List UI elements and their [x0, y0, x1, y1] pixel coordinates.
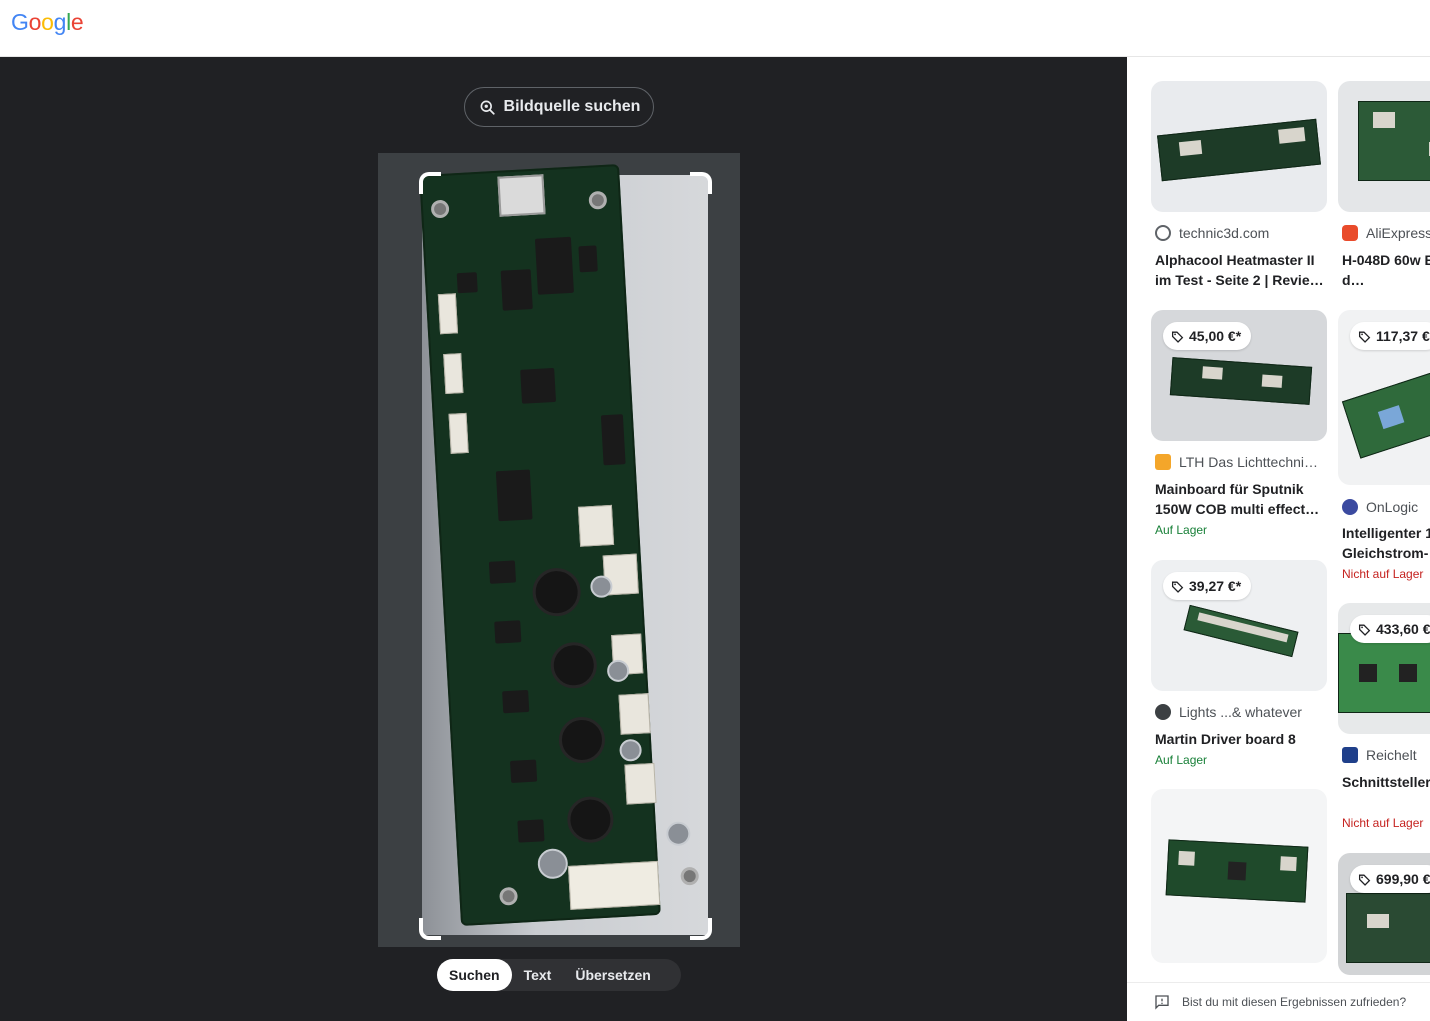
result-card[interactable]: 45,00 €* LTH Das Lichttechni… Mainboard … — [1151, 310, 1327, 550]
result-card[interactable]: 117,37 € OnLogic Intelligenter 1 Gleichs… — [1338, 310, 1430, 590]
stock-status: Nicht auf Lager — [1342, 816, 1424, 830]
lens-search-icon — [480, 100, 495, 115]
crop-handle-top-left[interactable] — [419, 172, 441, 194]
result-thumbnail[interactable]: 433,60 € — [1338, 603, 1430, 734]
image-viewer-panel: Bildquelle suchen Suchen Text Übersetzen — [0, 57, 1127, 1021]
find-image-source-button[interactable]: Bildquelle suchen — [464, 87, 654, 127]
result-source: Reichelt — [1366, 747, 1417, 763]
find-image-source-label: Bildquelle suchen — [503, 98, 641, 115]
circuit-board — [419, 164, 700, 926]
price-tag: 699,90 € — [1350, 865, 1430, 893]
feedback-icon — [1155, 995, 1169, 1010]
logo-letter: o — [28, 9, 42, 35]
result-source: Lights ...& whatever — [1179, 704, 1302, 720]
result-source: technic3d.com — [1179, 225, 1270, 241]
result-title[interactable]: Intelligenter 1 Gleichstrom- — [1342, 523, 1430, 563]
price-tag-icon — [1171, 581, 1184, 593]
result-thumbnail[interactable]: 699,90 € — [1338, 853, 1430, 975]
feedback-bar[interactable]: Bist du mit diesen Ergebnissen zufrieden… — [1127, 982, 1430, 1021]
mode-translate[interactable]: Übersetzen — [563, 959, 662, 991]
circuit-board-photo — [419, 164, 708, 935]
result-title[interactable]: Mainboard für Sputnik 150W COB multi eff… — [1155, 479, 1327, 519]
result-thumbnail[interactable]: 117,37 € — [1338, 310, 1430, 485]
results-panel: technic3d.com Alphacool Heatmaster II im… — [1127, 57, 1430, 1021]
price-tag-icon — [1358, 624, 1371, 636]
result-title[interactable]: Alphacool Heatmaster II im Test - Seite … — [1155, 250, 1327, 290]
mode-search[interactable]: Suchen — [437, 959, 512, 991]
reichelt-favicon-icon — [1342, 747, 1358, 763]
query-image — [378, 153, 740, 947]
top-bar: Google — [0, 0, 1430, 57]
price-value: 117,37 € — [1376, 328, 1430, 344]
logo-letter: g — [53, 9, 67, 35]
result-card[interactable]: AliExpress H-048D 60w Bühnen licht d… — [1338, 81, 1430, 301]
price-value: 699,90 € — [1376, 871, 1430, 887]
logo-letter: e — [70, 9, 84, 35]
result-source: AliExpress — [1366, 225, 1430, 241]
price-tag-icon — [1358, 331, 1371, 343]
price-tag-icon — [1358, 874, 1371, 886]
result-thumbnail[interactable] — [1151, 81, 1327, 212]
result-thumbnail[interactable]: 45,00 €* — [1151, 310, 1327, 441]
result-card[interactable]: 433,60 € Reichelt Schnittsteller A, 53 V… — [1338, 603, 1430, 843]
price-tag: 433,60 € — [1350, 615, 1430, 643]
price-value: 39,27 €* — [1189, 578, 1242, 594]
result-card[interactable]: technic3d.com Alphacool Heatmaster II im… — [1151, 81, 1327, 301]
feedback-label: Bist du mit diesen Ergebnissen zufrieden… — [1182, 995, 1407, 1009]
result-card[interactable] — [1151, 789, 1327, 979]
price-value: 433,60 € — [1376, 621, 1430, 637]
stock-status: Auf Lager — [1155, 523, 1208, 537]
result-title[interactable]: H-048D 60w Bühnen licht d… — [1342, 250, 1430, 290]
price-value: 45,00 €* — [1189, 328, 1242, 344]
google-logo[interactable]: Google — [11, 9, 84, 36]
aliexpress-favicon-icon — [1342, 225, 1358, 241]
result-source: OnLogic — [1366, 499, 1419, 515]
lth-favicon-icon — [1155, 454, 1171, 470]
logo-letter: o — [41, 9, 54, 35]
result-title[interactable]: Martin Driver board 8 — [1155, 729, 1327, 749]
result-card[interactable]: 39,27 €* Lights ...& whatever Martin Dri… — [1151, 560, 1327, 780]
stock-status: Nicht auf Lager — [1342, 567, 1424, 581]
mode-text[interactable]: Text — [512, 959, 564, 991]
price-tag-icon — [1171, 331, 1184, 343]
result-source: LTH Das Lichttechni… — [1179, 454, 1319, 470]
result-thumbnail[interactable]: 39,27 €* — [1151, 560, 1327, 691]
lens-mode-switcher: Suchen Text Übersetzen — [437, 959, 681, 991]
result-title[interactable]: Schnittsteller A, 53 V DC — [1342, 772, 1430, 792]
price-tag: 117,37 € — [1350, 322, 1430, 350]
result-card[interactable]: 699,90 € — [1338, 853, 1430, 993]
onlogic-favicon-icon — [1342, 499, 1358, 515]
lights-whatever-favicon-icon — [1155, 704, 1171, 720]
price-tag: 39,27 €* — [1163, 572, 1252, 600]
result-thumbnail[interactable] — [1338, 81, 1430, 212]
technic3d-favicon-icon — [1155, 225, 1171, 241]
stock-status: Auf Lager — [1155, 753, 1208, 767]
price-tag: 45,00 €* — [1163, 322, 1252, 350]
crop-handle-top-right[interactable] — [690, 172, 712, 194]
logo-letter: G — [11, 9, 29, 35]
crop-handle-bottom-left[interactable] — [419, 918, 441, 940]
crop-handle-bottom-right[interactable] — [690, 918, 712, 940]
result-thumbnail[interactable] — [1151, 789, 1327, 963]
